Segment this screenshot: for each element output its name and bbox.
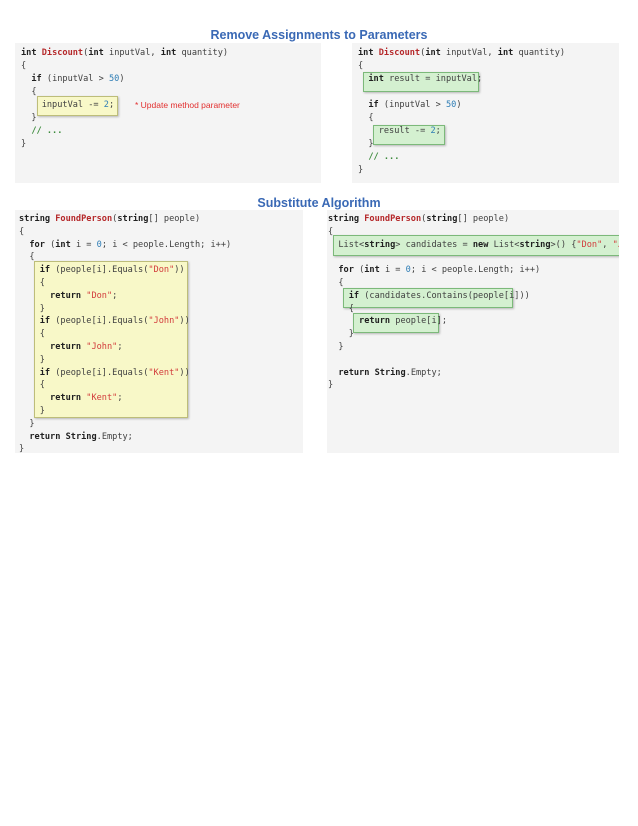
code-line: inputVal -= 2;: [21, 100, 115, 110]
code-line: // ...: [31, 126, 63, 136]
code-line: {: [19, 226, 25, 237]
code-line: }: [358, 165, 364, 175]
code-line: return String.Empty;: [29, 431, 133, 442]
update-method-parameter-note: * Update method parameter: [135, 100, 240, 110]
code-line: }: [19, 444, 25, 453]
code-line: }: [358, 139, 374, 149]
code-line: {: [328, 226, 334, 237]
code-line: }: [328, 342, 344, 352]
code-line: return String.Empty;: [338, 367, 442, 378]
code-line: if (people[i].Equals("John")): [39, 316, 190, 327]
code-panel-foundperson-after: string FoundPerson(string[] people) { Lis…: [327, 210, 619, 453]
code-line: }: [21, 139, 27, 149]
code-line: }: [328, 380, 334, 391]
code-line: }: [19, 303, 45, 314]
code-line: }: [19, 354, 45, 365]
code-line: {: [19, 329, 45, 340]
code-line: if (people[i].Equals("Kent")): [39, 367, 190, 378]
code-line: if (people[i].Equals("Don")): [39, 265, 185, 276]
code-line: }: [328, 329, 354, 340]
code-line: {: [19, 252, 35, 263]
code-line: }: [21, 113, 37, 123]
code-line: return people[i];: [359, 316, 448, 327]
code-line: }: [19, 418, 35, 429]
code-line: {: [19, 278, 45, 288]
code-line: for (int i = 0; i < people.Length; i++): [29, 239, 232, 250]
code-line: {: [19, 380, 45, 391]
code-line: {: [358, 61, 364, 71]
code-line: string FoundPerson(string[] people): [328, 214, 510, 224]
code-line: int Discount(int inputVal, int quantity): [358, 48, 566, 58]
code-line: for (int i = 0; i < people.Length; i++): [338, 265, 541, 276]
code-panel-discount-before: * Update method parameter int Discount(i…: [15, 43, 321, 183]
code-line: int result = inputVal;: [368, 74, 483, 84]
section-title-remove-assignments: Remove Assignments to Parameters: [210, 28, 428, 42]
code-line: string FoundPerson(string[] people): [19, 214, 201, 224]
code-panel-discount-after: int Discount(int inputVal, int quantity)…: [352, 43, 619, 183]
code-line: // ...: [368, 152, 400, 162]
code-line: return "John";: [50, 342, 123, 352]
code-line: {: [328, 303, 354, 314]
code-line: List<string> candidates = new List<strin…: [328, 239, 619, 250]
code-panel-foundperson-before: string FoundPerson(string[] people) { for…: [15, 210, 303, 453]
code-line: return "Don";: [50, 290, 118, 301]
code-line: result -= 2;: [358, 126, 441, 136]
code-line: return "Kent";: [50, 393, 123, 404]
code-line: {: [358, 113, 374, 123]
code-line: {: [21, 61, 27, 71]
section-title-substitute-algorithm: Substitute Algorithm: [257, 196, 381, 210]
code-line: {: [21, 87, 37, 97]
code-line: if (candidates.Contains(people[i])): [348, 290, 530, 301]
code-line: if (inputVal > 50): [31, 74, 125, 84]
code-line: {: [328, 278, 344, 288]
code-line: if (inputVal > 50): [368, 100, 462, 110]
code-line: int Discount(int inputVal, int quantity): [21, 48, 229, 58]
code-line: }: [19, 406, 45, 416]
